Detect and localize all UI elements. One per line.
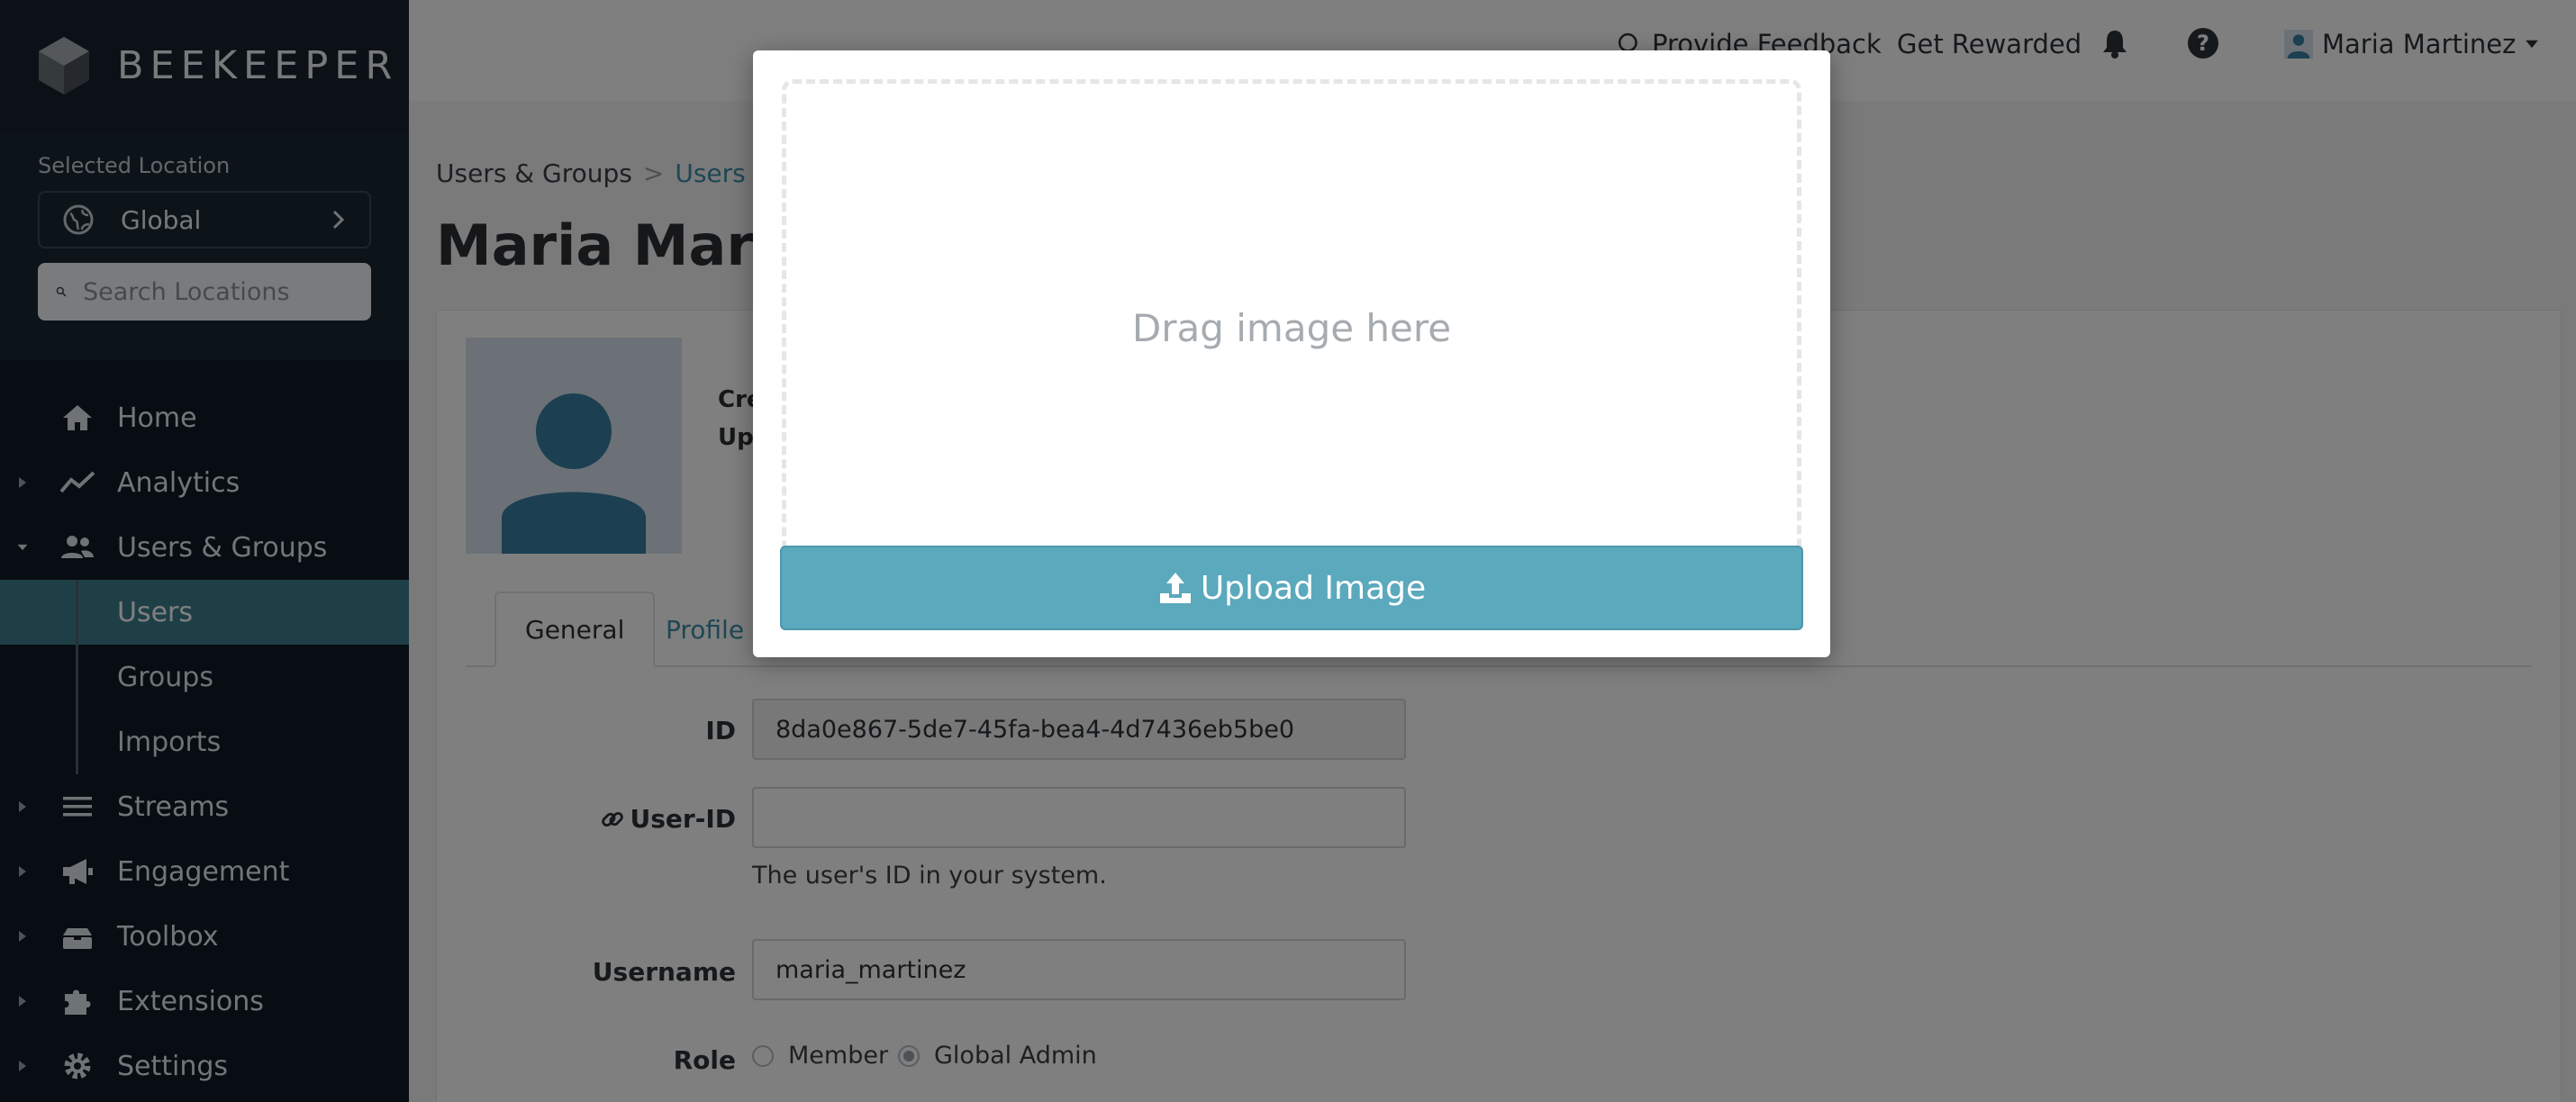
dropzone-text: Drag image here [1131, 305, 1452, 350]
upload-image-modal: Drag image here Upload Image [753, 50, 1830, 657]
upload-image-button[interactable]: Upload Image [780, 546, 1803, 630]
image-dropzone[interactable]: Drag image here [782, 79, 1801, 576]
upload-image-label: Upload Image [1200, 569, 1427, 607]
upload-icon [1159, 573, 1191, 603]
